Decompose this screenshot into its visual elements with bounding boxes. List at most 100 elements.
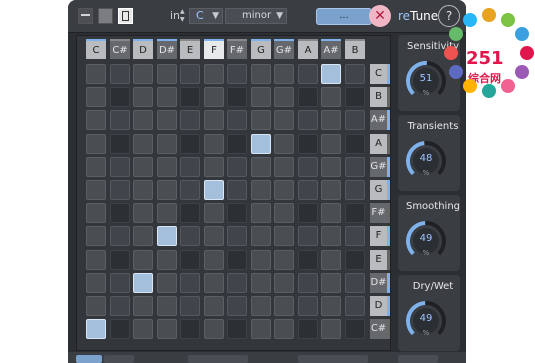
grid-cell[interactable] — [274, 110, 294, 130]
grid-cell[interactable] — [274, 250, 294, 270]
grid-cell[interactable] — [110, 296, 130, 316]
grid-cell[interactable] — [204, 226, 224, 246]
input-key[interactable]: B — [345, 39, 365, 59]
grid-cell[interactable] — [110, 134, 130, 154]
grid-cell[interactable] — [227, 273, 247, 293]
input-key[interactable]: F# — [227, 39, 247, 59]
grid-cell[interactable] — [345, 203, 365, 223]
grid-cell[interactable] — [321, 273, 341, 293]
output-key[interactable]: G — [370, 180, 390, 200]
grid-cell[interactable] — [204, 87, 224, 107]
grid-cell[interactable] — [321, 226, 341, 246]
output-key[interactable]: G# — [370, 157, 390, 177]
grid-cell[interactable] — [180, 134, 200, 154]
grid-cell[interactable] — [345, 110, 365, 130]
knob[interactable]: 51% — [404, 59, 448, 103]
grid-cell[interactable] — [133, 180, 153, 200]
grid-cell[interactable] — [321, 296, 341, 316]
input-key[interactable]: D# — [157, 39, 177, 59]
grid-cell[interactable] — [86, 134, 106, 154]
grid-cell[interactable] — [110, 273, 130, 293]
grid-cell[interactable] — [227, 250, 247, 270]
grid-cell[interactable] — [86, 157, 106, 177]
input-key[interactable]: C — [86, 39, 106, 59]
grid-cell[interactable] — [204, 110, 224, 130]
knob[interactable]: 49% — [404, 219, 448, 263]
grid-cell[interactable] — [157, 203, 177, 223]
grid-cell[interactable] — [345, 157, 365, 177]
grid-cell[interactable] — [157, 134, 177, 154]
grid-cell[interactable] — [321, 157, 341, 177]
grid-cell[interactable] — [86, 64, 106, 84]
grid-cell[interactable] — [251, 134, 271, 154]
grid-cell[interactable] — [298, 296, 318, 316]
grid-cell[interactable] — [298, 180, 318, 200]
output-key[interactable]: F — [370, 226, 390, 246]
grid-cell[interactable] — [251, 226, 271, 246]
grid-cell[interactable] — [251, 319, 271, 339]
grid-cell[interactable] — [157, 319, 177, 339]
grid-cell[interactable] — [86, 180, 106, 200]
grid-cell[interactable] — [204, 64, 224, 84]
grid-cell[interactable] — [345, 226, 365, 246]
grid-cell[interactable] — [298, 157, 318, 177]
grid-cell[interactable] — [133, 226, 153, 246]
grid-cell[interactable] — [227, 157, 247, 177]
view-mode-medium-button[interactable] — [98, 8, 113, 24]
grid-cell[interactable] — [204, 180, 224, 200]
grid-cell[interactable] — [204, 296, 224, 316]
grid-cell[interactable] — [110, 64, 130, 84]
grid-cell[interactable] — [251, 87, 271, 107]
grid-cell[interactable] — [180, 203, 200, 223]
input-key[interactable]: F — [204, 39, 224, 59]
grid-cell[interactable] — [204, 203, 224, 223]
grid-cell[interactable] — [227, 296, 247, 316]
bottom-mode-button[interactable] — [76, 355, 102, 363]
grid-cell[interactable] — [298, 134, 318, 154]
bottom-mode-button[interactable] — [104, 355, 134, 363]
grid-cell[interactable] — [251, 203, 271, 223]
grid-cell[interactable] — [345, 273, 365, 293]
grid-cell[interactable] — [227, 87, 247, 107]
grid-cell[interactable] — [251, 180, 271, 200]
grid-cell[interactable] — [133, 273, 153, 293]
grid-cell[interactable] — [86, 296, 106, 316]
grid-cell[interactable] — [157, 87, 177, 107]
grid-cell[interactable] — [180, 273, 200, 293]
grid-cell[interactable] — [227, 64, 247, 84]
view-mode-compact-button[interactable] — [78, 8, 93, 24]
output-key[interactable]: E — [370, 250, 390, 270]
grid-cell[interactable] — [157, 273, 177, 293]
input-key[interactable]: E — [180, 39, 200, 59]
grid-cell[interactable] — [180, 157, 200, 177]
grid-cell[interactable] — [274, 157, 294, 177]
grid-cell[interactable] — [204, 319, 224, 339]
grid-cell[interactable] — [180, 87, 200, 107]
grid-cell[interactable] — [298, 87, 318, 107]
grid-cell[interactable] — [157, 110, 177, 130]
output-key[interactable]: C — [370, 64, 390, 84]
grid-cell[interactable] — [274, 319, 294, 339]
grid-cell[interactable] — [274, 273, 294, 293]
grid-cell[interactable] — [157, 250, 177, 270]
grid-cell[interactable] — [298, 319, 318, 339]
grid-cell[interactable] — [86, 110, 106, 130]
grid-cell[interactable] — [345, 64, 365, 84]
grid-cell[interactable] — [345, 296, 365, 316]
key-select[interactable]: C ▼ — [189, 8, 223, 24]
grid-cell[interactable] — [274, 203, 294, 223]
grid-cell[interactable] — [133, 64, 153, 84]
grid-cell[interactable] — [345, 250, 365, 270]
grid-cell[interactable] — [227, 180, 247, 200]
grid-cell[interactable] — [110, 110, 130, 130]
grid-cell[interactable] — [133, 134, 153, 154]
grid-cell[interactable] — [251, 273, 271, 293]
knob[interactable]: 48% — [404, 139, 448, 183]
input-key[interactable]: A# — [321, 39, 341, 59]
grid-cell[interactable] — [321, 203, 341, 223]
grid-cell[interactable] — [180, 180, 200, 200]
output-key[interactable]: B — [370, 87, 390, 107]
grid-cell[interactable] — [133, 157, 153, 177]
grid-cell[interactable] — [274, 180, 294, 200]
grid-cell[interactable] — [274, 296, 294, 316]
